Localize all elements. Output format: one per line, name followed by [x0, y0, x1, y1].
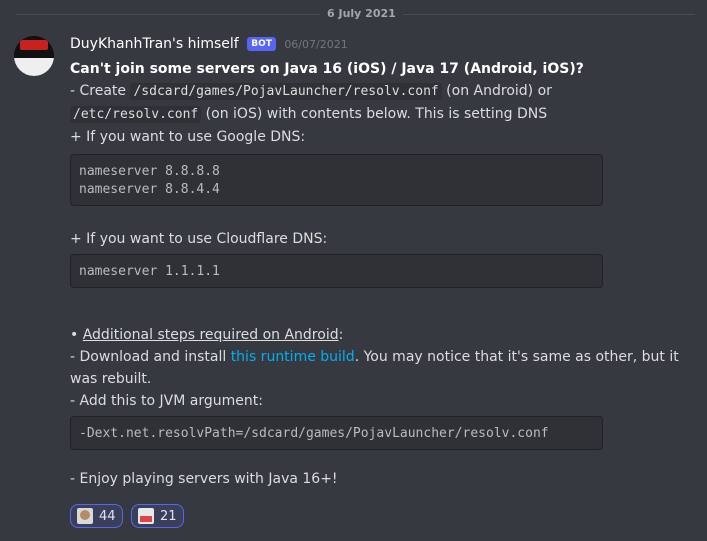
enjoy-line: - Enjoy playing servers with Java 16+! [70, 471, 338, 487]
author-name[interactable]: DuyKhanhTran's himself [70, 36, 239, 52]
runtime-build-link[interactable]: this runtime build [231, 349, 355, 365]
reaction-2[interactable]: 21 [131, 504, 184, 528]
path-ios-code: /etc/resolv.conf [70, 106, 202, 123]
cloudflare-dns-codeblock: nameserver 1.1.1.1 [70, 254, 603, 288]
ios-path-line: /etc/resolv.conf (on iOS) with contents … [70, 103, 670, 126]
message-title: Can't join some servers on Java 16 (iOS)… [70, 61, 584, 77]
additional-steps-line: • Additional steps required on Android: [70, 327, 344, 343]
bot-tag: BOT [247, 37, 276, 51]
create-line: - Create /sdcard/games/PojavLauncher/res… [70, 83, 552, 100]
message-content: DuyKhanhTran's himself BOT 06/07/2021 Ca… [70, 34, 679, 490]
additional-steps-heading: Additional steps required on Android [82, 327, 339, 343]
reaction-count: 44 [99, 508, 116, 524]
jvm-label: - Add this to JVM argument: [70, 393, 263, 409]
reaction-count: 21 [160, 508, 177, 524]
jvm-arg-codeblock: -Dext.net.resolvPath=/sdcard/games/Pojav… [70, 416, 603, 450]
face-emoji-icon [77, 508, 93, 524]
cloudflare-dns-label: + If you want to use Cloudflare DNS: [70, 231, 328, 247]
google-dns-codeblock: nameserver 8.8.8.8 nameserver 8.8.4.4 [70, 154, 603, 206]
path-android-code: /sdcard/games/PojavLauncher/resolv.conf [130, 83, 442, 100]
rebuilt-line: was rebuilt. [70, 371, 152, 387]
download-line: - Download and install this runtime buil… [70, 349, 679, 365]
avatar[interactable] [14, 36, 54, 76]
date-divider-label: 6 July 2021 [320, 7, 403, 20]
google-dns-label: + If you want to use Google DNS: [70, 129, 306, 145]
reaction-1[interactable]: 44 [70, 504, 123, 528]
reactions: 44 21 [70, 504, 188, 528]
message-header: DuyKhanhTran's himself BOT 06/07/2021 [70, 34, 670, 55]
no-emoji-icon [138, 508, 154, 524]
message-timestamp[interactable]: 06/07/2021 [284, 38, 347, 51]
avatar-logo-icon [20, 40, 48, 50]
